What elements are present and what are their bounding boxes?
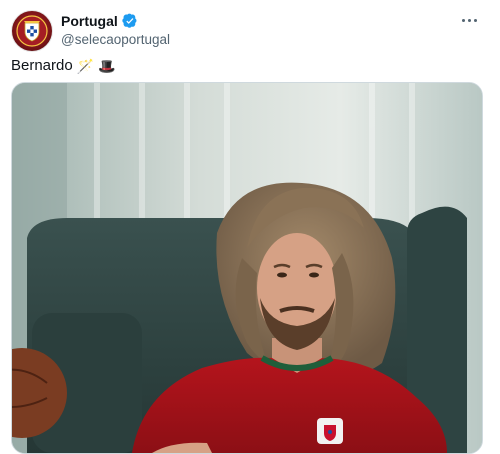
tweet-media-image[interactable] [11, 82, 483, 454]
author-handle[interactable]: @selecaoportugal [61, 31, 170, 49]
tweet-card[interactable]: Portugal @selecaoportugal Bernardo 🪄 🎩 [0, 0, 500, 454]
top-hat-icon: 🎩 [98, 58, 116, 74]
magic-wand-icon: 🪄 [76, 58, 95, 74]
author-name-row: Portugal [61, 12, 170, 30]
tweet-text-body: Bernardo [11, 57, 73, 74]
tweet-author: Portugal @selecaoportugal [61, 12, 170, 49]
verified-badge-icon [122, 13, 137, 28]
author-display-name[interactable]: Portugal [61, 12, 118, 30]
portugal-crest-icon [16, 15, 48, 47]
tweet-text: Bernardo 🪄 🎩 [11, 56, 116, 76]
avatar[interactable] [11, 10, 53, 52]
more-options-icon[interactable] [456, 10, 482, 30]
man-in-red-jersey-image [12, 83, 482, 453]
